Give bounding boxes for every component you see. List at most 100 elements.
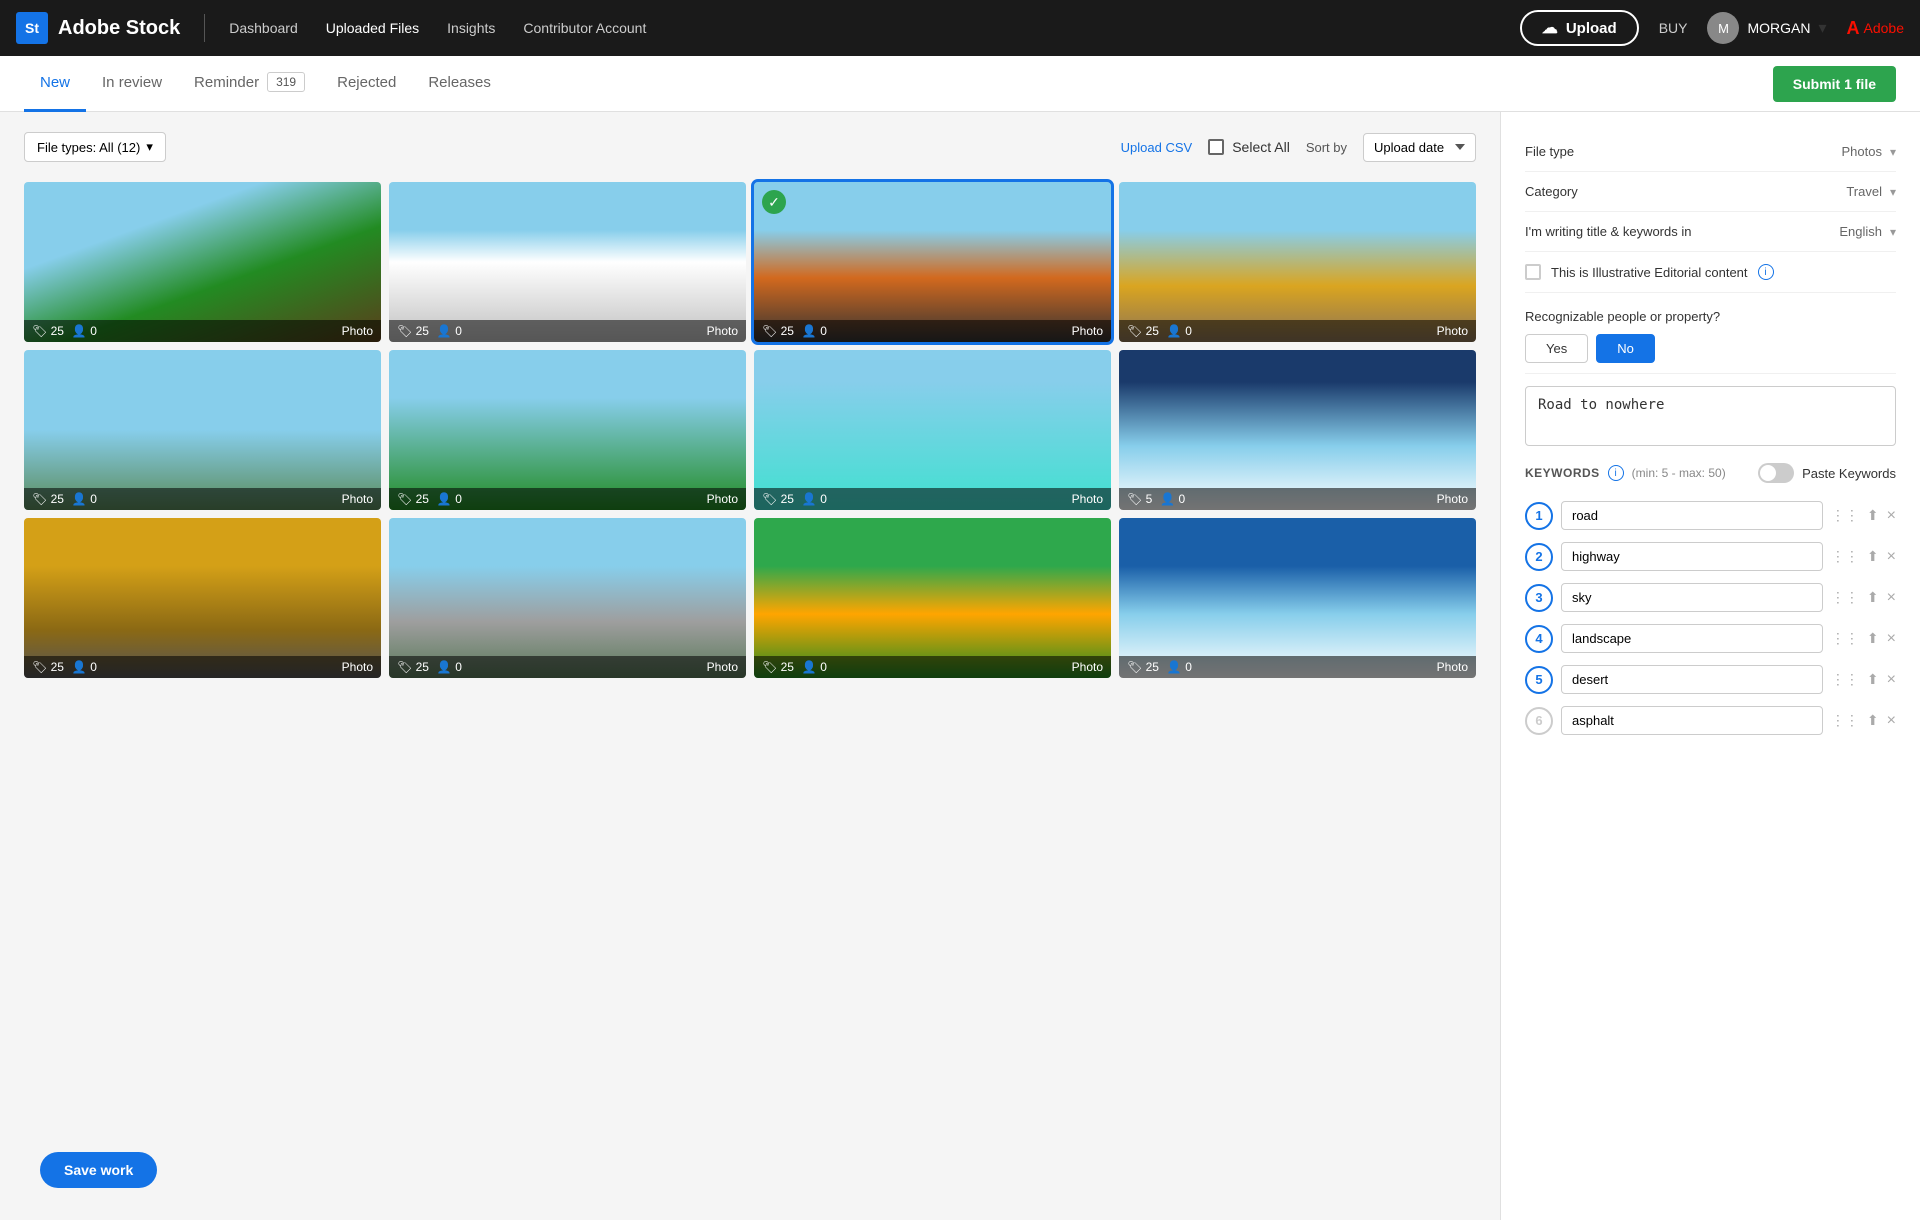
keyword-drag-4[interactable]: ⋮⋮ (1831, 630, 1859, 647)
yes-button[interactable]: Yes (1525, 334, 1588, 363)
file-type-value-area[interactable]: Photos ▾ (1841, 144, 1896, 159)
tabs-bar: New In review Reminder 319 Rejected Rele… (0, 56, 1920, 112)
keyword-row-2: 2⋮⋮⬆× (1525, 536, 1896, 577)
keyword-input-5[interactable] (1561, 665, 1823, 694)
nav-link-insights[interactable]: Insights (447, 20, 495, 36)
image-likes-11: 🏷 25 (762, 660, 794, 674)
keyword-input-1[interactable] (1561, 501, 1823, 530)
upload-button[interactable]: ☁ Upload (1520, 10, 1639, 46)
nav-link-contributor-account[interactable]: Contributor Account (523, 20, 646, 36)
user-area[interactable]: M MORGAN ▾ (1707, 12, 1826, 44)
image-thumb-10 (389, 518, 746, 678)
category-value-area[interactable]: Travel ▾ (1846, 184, 1896, 199)
tab-reminder[interactable]: Reminder 319 (178, 56, 321, 112)
image-users-9: 👤 0 (72, 660, 97, 674)
image-type-4: Photo (1437, 324, 1468, 338)
save-work-button[interactable]: Save work (40, 1152, 157, 1188)
tab-new[interactable]: New (24, 56, 86, 112)
buy-link[interactable]: BUY (1659, 20, 1688, 36)
keyword-remove-3[interactable]: × (1887, 589, 1896, 607)
image-footer-10: 🏷 25 👤 0 Photo (389, 656, 746, 678)
keyword-drag-2[interactable]: ⋮⋮ (1831, 548, 1859, 565)
keyword-drag-5[interactable]: ⋮⋮ (1831, 671, 1859, 688)
keyword-drag-6[interactable]: ⋮⋮ (1831, 712, 1859, 729)
keyword-row-5: 5⋮⋮⬆× (1525, 659, 1896, 700)
image-footer-12: 🏷 25 👤 0 Photo (1119, 656, 1476, 678)
nav-link-dashboard[interactable]: Dashboard (229, 20, 298, 36)
keyword-up-2[interactable]: ⬆ (1867, 548, 1879, 565)
no-button[interactable]: No (1596, 334, 1655, 363)
image-card-8[interactable]: 🏷 5 👤 0 Photo (1119, 350, 1476, 510)
keyword-up-5[interactable]: ⬆ (1867, 671, 1879, 688)
image-footer-9: 🏷 25 👤 0 Photo (24, 656, 381, 678)
keyword-up-3[interactable]: ⬆ (1867, 589, 1879, 606)
image-card-10[interactable]: 🏷 25 👤 0 Photo (389, 518, 746, 678)
keyword-remove-5[interactable]: × (1887, 671, 1896, 689)
language-value: English (1839, 224, 1882, 239)
image-card-9[interactable]: 🏷 25 👤 0 Photo (24, 518, 381, 678)
image-card-5[interactable]: 🏷 25 👤 0 Photo (24, 350, 381, 510)
keyword-drag-1[interactable]: ⋮⋮ (1831, 507, 1859, 524)
keyword-input-6[interactable] (1561, 706, 1823, 735)
keyword-row-3: 3⋮⋮⬆× (1525, 577, 1896, 618)
paste-keywords-toggle[interactable] (1758, 463, 1794, 483)
tab-releases[interactable]: Releases (412, 56, 507, 112)
image-type-2: Photo (707, 324, 738, 338)
submit-button[interactable]: Submit 1 file (1773, 66, 1896, 102)
upload-csv-button[interactable]: Upload CSV (1121, 140, 1193, 155)
image-users-4: 👤 0 (1167, 324, 1192, 338)
image-card-11[interactable]: 🏷 25 👤 0 Photo (754, 518, 1111, 678)
file-types-dropdown[interactable]: File types: All (12) ▾ (24, 132, 166, 162)
image-card-6[interactable]: 🏷 25 👤 0 Photo (389, 350, 746, 510)
right-panel: File type Photos ▾ Category Travel ▾ I'm… (1500, 112, 1920, 1220)
keyword-up-6[interactable]: ⬆ (1867, 712, 1879, 729)
title-input[interactable]: Road to nowhere (1525, 386, 1896, 446)
image-card-3[interactable]: ✓ 🏷 25 👤 0 Photo (754, 182, 1111, 342)
image-card-4[interactable]: 🏷 25 👤 0 Photo (1119, 182, 1476, 342)
image-likes-2: 🏷 25 (397, 324, 429, 338)
image-card-2[interactable]: 🏷 25 👤 0 Photo (389, 182, 746, 342)
image-footer-7: 🏷 25 👤 0 Photo (754, 488, 1111, 510)
keyword-remove-4[interactable]: × (1887, 630, 1896, 648)
file-types-chevron: ▾ (146, 139, 153, 155)
tab-rejected[interactable]: Rejected (321, 56, 412, 112)
editorial-info-icon[interactable]: i (1758, 264, 1774, 280)
select-all-label: Select All (1232, 139, 1290, 155)
keywords-list: 1⋮⋮⬆×2⋮⋮⬆×3⋮⋮⬆×4⋮⋮⬆×5⋮⋮⬆×6⋮⋮⬆× (1525, 495, 1896, 741)
keyword-drag-3[interactable]: ⋮⋮ (1831, 589, 1859, 606)
image-type-6: Photo (707, 492, 738, 506)
image-card-7[interactable]: 🏷 25 👤 0 Photo (754, 350, 1111, 510)
keyword-up-4[interactable]: ⬆ (1867, 630, 1879, 647)
keywords-info-icon[interactable]: i (1608, 465, 1624, 481)
sort-select[interactable]: Upload date (1363, 133, 1476, 162)
tab-in-review[interactable]: In review (86, 56, 178, 112)
tab-reminder-badge: 319 (267, 72, 305, 92)
keyword-input-2[interactable] (1561, 542, 1823, 571)
upload-btn-label: Upload (1566, 20, 1617, 37)
keyword-up-1[interactable]: ⬆ (1867, 507, 1879, 524)
image-footer-3: 🏷 25 👤 0 Photo (754, 320, 1111, 342)
image-users-8: 👤 0 (1160, 492, 1185, 506)
editorial-checkbox[interactable] (1525, 264, 1541, 280)
paste-keywords-label: Paste Keywords (1802, 466, 1896, 481)
user-avatar: M (1707, 12, 1739, 44)
sort-by-label: Sort by (1306, 140, 1347, 155)
image-footer-5: 🏷 25 👤 0 Photo (24, 488, 381, 510)
image-thumb-8 (1119, 350, 1476, 510)
image-thumb-5 (24, 350, 381, 510)
keyword-remove-6[interactable]: × (1887, 712, 1896, 730)
language-value-area[interactable]: English ▾ (1839, 224, 1896, 239)
keyword-remove-1[interactable]: × (1887, 507, 1896, 525)
image-card-1[interactable]: 🏷 25 👤 0 Photo (24, 182, 381, 342)
keyword-remove-2[interactable]: × (1887, 548, 1896, 566)
keyword-input-4[interactable] (1561, 624, 1823, 653)
nav-link-uploaded-files[interactable]: Uploaded Files (326, 20, 419, 36)
logo[interactable]: St Adobe Stock (16, 12, 180, 44)
image-card-12[interactable]: 🏷 25 👤 0 Photo (1119, 518, 1476, 678)
select-all-checkbox[interactable] (1208, 139, 1224, 155)
keyword-input-3[interactable] (1561, 583, 1823, 612)
select-all-area[interactable]: Select All (1208, 139, 1290, 155)
file-type-value: Photos (1841, 144, 1881, 159)
left-panel: File types: All (12) ▾ Upload CSV Select… (0, 112, 1500, 1220)
image-thumb-4 (1119, 182, 1476, 342)
